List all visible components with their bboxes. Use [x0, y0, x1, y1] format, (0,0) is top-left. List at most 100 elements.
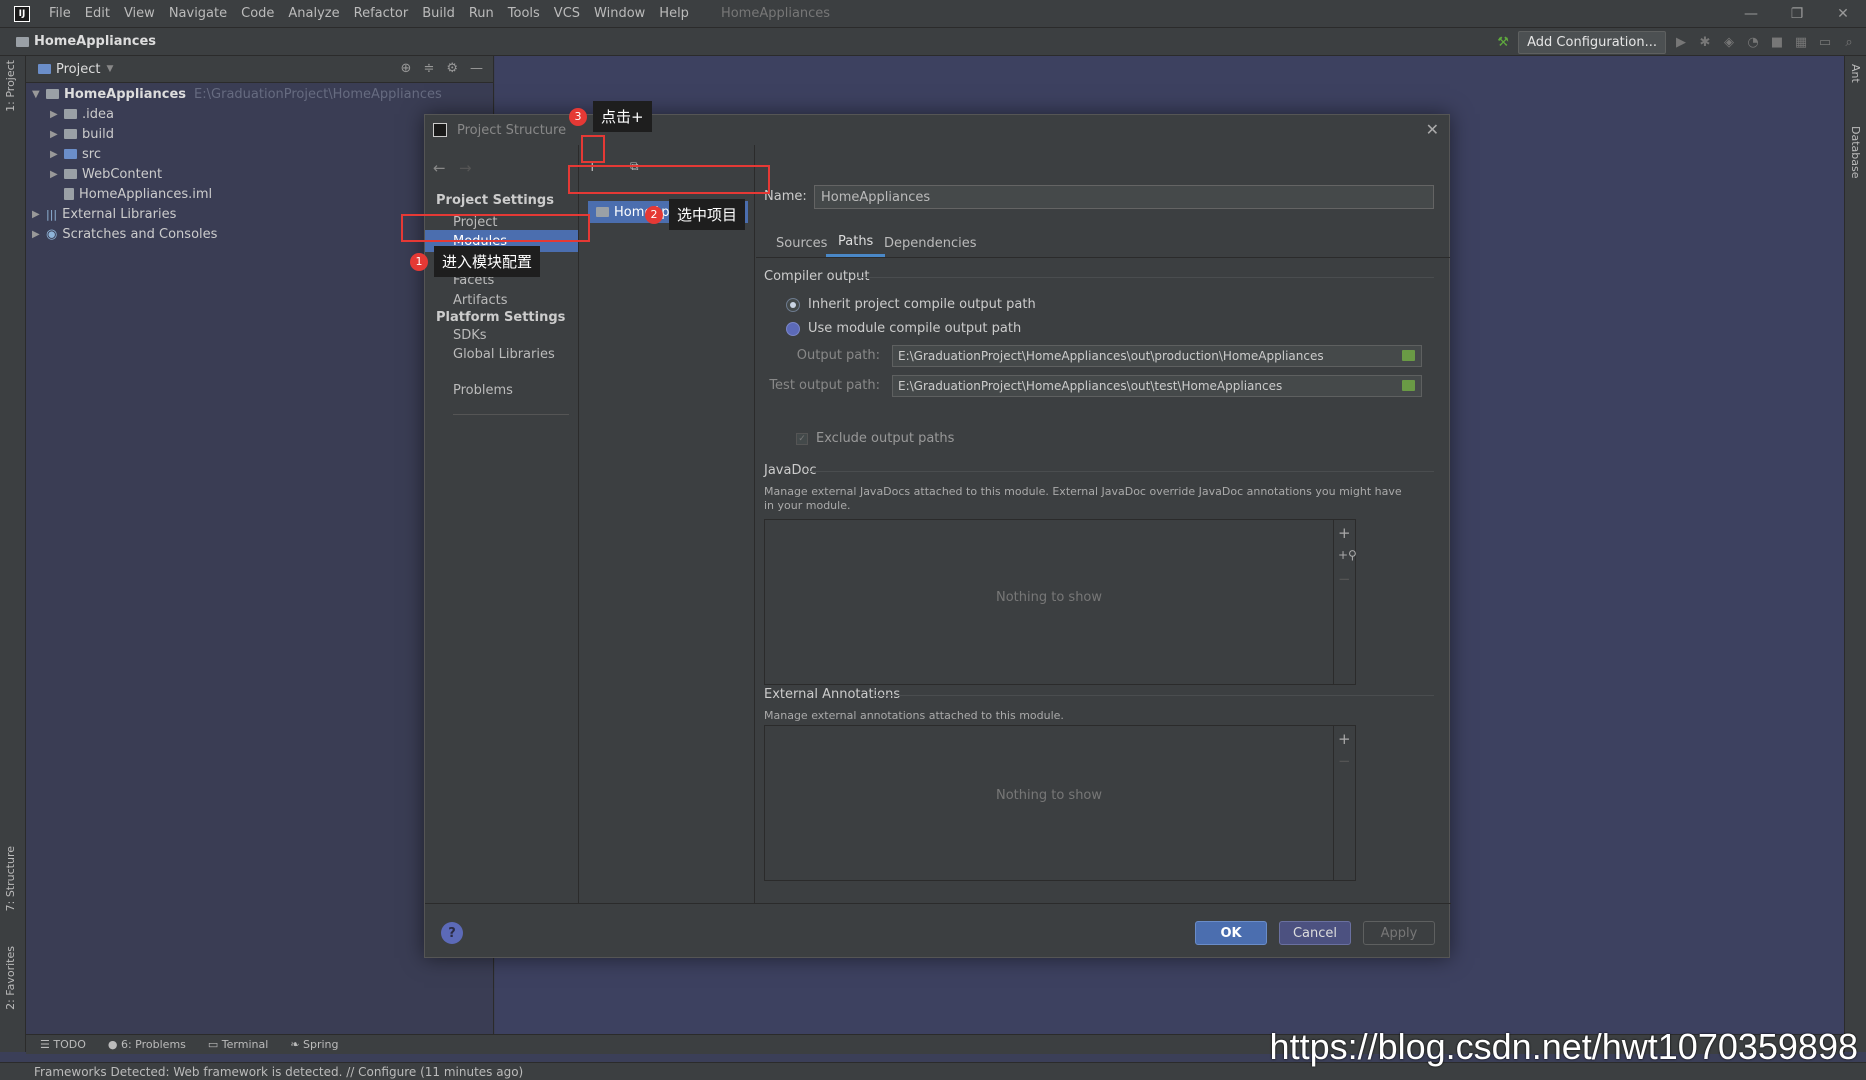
run-icon[interactable]: ▶ [1672, 33, 1690, 51]
tab-dependencies[interactable]: Dependencies [872, 229, 989, 257]
external-annotations-list[interactable]: Nothing to show [764, 725, 1334, 881]
sidebar-item-problems[interactable]: Problems [425, 379, 578, 401]
sidebar-item-artifacts[interactable]: Artifacts [425, 289, 578, 311]
menu-file[interactable]: File [42, 6, 78, 21]
ok-button[interactable]: OK [1195, 921, 1267, 945]
tree-item-webcontent[interactable]: ▶ WebContent [50, 164, 162, 184]
stop-icon[interactable]: ■ [1768, 33, 1786, 51]
javadoc-list[interactable]: Nothing to show [764, 519, 1334, 685]
tree-item-label: External Libraries [62, 206, 177, 222]
close-window-icon[interactable]: ✕ [1820, 0, 1866, 28]
radio-inherit-output[interactable]: Inherit project compile output path [786, 297, 1036, 312]
tool-tab-favorites[interactable]: 2: Favorites [4, 946, 17, 1010]
forward-arrow-icon[interactable]: → [459, 159, 472, 177]
menu-build[interactable]: Build [415, 6, 462, 21]
menu-analyze[interactable]: Analyze [281, 6, 346, 21]
tool-tab-spring[interactable]: ❧ Spring [290, 1038, 338, 1051]
tool-tab-ant[interactable]: Ant [1849, 64, 1862, 83]
debug-icon[interactable]: ✱ [1696, 33, 1714, 51]
browse-folder-icon[interactable] [1402, 350, 1415, 361]
gear-icon[interactable]: ⚙ [446, 61, 458, 76]
test-output-path-field[interactable]: E:\GraduationProject\HomeAppliances\out\… [892, 375, 1422, 397]
collapse-icon[interactable]: ≑ [423, 61, 434, 76]
menu-run[interactable]: Run [462, 6, 501, 21]
highlight-modules [401, 214, 590, 242]
close-icon[interactable]: ✕ [1426, 120, 1439, 139]
project-panel-tools: ⊕ ≑ ⚙ — [401, 61, 483, 76]
menu-tools[interactable]: Tools [501, 6, 547, 21]
chevron-right-icon[interactable]: ▶ [50, 169, 64, 180]
tab-label: Terminal [221, 1038, 269, 1051]
chevron-right-icon[interactable]: ▶ [32, 229, 46, 240]
minimize-icon[interactable]: — [1728, 0, 1774, 28]
help-button[interactable]: ? [441, 922, 463, 944]
tree-item-src[interactable]: ▶ src [50, 144, 101, 164]
tree-item-idea[interactable]: ▶ .idea [50, 104, 114, 124]
add-icon[interactable]: + [1338, 730, 1351, 748]
menu-view[interactable]: View [117, 6, 162, 21]
chevron-down-icon[interactable]: ▼ [106, 64, 113, 74]
locate-icon[interactable]: ⊕ [401, 61, 412, 76]
remove-icon[interactable]: − [1338, 752, 1351, 770]
tool-tab-problems[interactable]: ● 6: Problems [108, 1038, 186, 1051]
divider [856, 277, 1434, 278]
back-arrow-icon[interactable]: ← [433, 159, 446, 177]
menu-refactor[interactable]: Refactor [347, 6, 416, 21]
apply-button[interactable]: Apply [1363, 921, 1435, 945]
tree-item-external-libraries[interactable]: ▶ ||| External Libraries [32, 204, 176, 224]
build-hammer-icon[interactable]: ⚒ [1494, 33, 1512, 51]
restore-icon[interactable]: ❐ [1774, 0, 1820, 28]
profile-icon[interactable]: ◔ [1744, 33, 1762, 51]
tool-tab-structure[interactable]: 7: Structure [4, 846, 17, 911]
tree-root[interactable]: ▼ HomeAppliances E:\GraduationProject\Ho… [32, 84, 442, 104]
chevron-right-icon[interactable]: ▶ [50, 109, 64, 120]
add-configuration-button[interactable]: Add Configuration... [1518, 30, 1666, 54]
platform-settings-header: Platform Settings [436, 310, 566, 325]
browse-folder-icon[interactable] [1402, 380, 1415, 391]
tree-item-scratches[interactable]: ▶ ◉ Scratches and Consoles [32, 224, 217, 244]
watermark: https://blog.csdn.net/hwt1070359898 [1269, 1026, 1858, 1067]
tool-tab-terminal[interactable]: ▭ Terminal [208, 1038, 268, 1051]
menu-code[interactable]: Code [234, 6, 281, 21]
tool-tab-project[interactable]: 1: Project [4, 60, 17, 112]
chevron-right-icon[interactable]: ▶ [50, 149, 64, 160]
checkbox-checked-icon[interactable]: ✓ [796, 432, 808, 445]
module-name-field[interactable] [814, 185, 1434, 209]
exclude-output-checkbox[interactable]: ✓ Exclude output paths [796, 431, 954, 446]
cancel-button[interactable]: Cancel [1279, 921, 1351, 945]
sidebar-item-global-libraries[interactable]: Global Libraries [425, 343, 578, 365]
tool-tab-todo[interactable]: ☰ TODO [40, 1038, 86, 1051]
output-path-field[interactable]: E:\GraduationProject\HomeAppliances\out\… [892, 345, 1422, 367]
step-label: 点击+ [593, 101, 652, 132]
coverage-icon[interactable]: ◈ [1720, 33, 1738, 51]
chevron-right-icon[interactable]: ▶ [50, 129, 64, 140]
output-path-label: Output path: [796, 348, 880, 363]
project-view-selector[interactable]: Project [56, 62, 100, 77]
add-icon[interactable]: + [1338, 524, 1351, 542]
radio-unselected-icon[interactable] [786, 321, 800, 336]
status-message[interactable]: Frameworks Detected: Web framework is de… [34, 1065, 523, 1079]
radio-use-module-output[interactable]: Use module compile output path [786, 321, 1021, 336]
tree-item-iml[interactable]: HomeAppliances.iml [64, 184, 212, 204]
tree-item-build[interactable]: ▶ build [50, 124, 114, 144]
breadcrumb[interactable]: HomeAppliances [0, 34, 156, 49]
radio-label: Inherit project compile output path [808, 297, 1036, 312]
search-icon[interactable]: ⌕ [1840, 33, 1858, 51]
menu-edit[interactable]: Edit [78, 6, 117, 21]
dialog-title: Project Structure [457, 122, 567, 138]
chevron-right-icon[interactable]: ▶ [32, 209, 46, 220]
checkbox-label: Exclude output paths [816, 431, 955, 446]
tool-tab-database[interactable]: Database [1849, 126, 1862, 179]
hide-icon[interactable]: — [470, 61, 483, 76]
radio-selected-icon[interactable] [786, 297, 800, 312]
chevron-down-icon[interactable]: ▼ [32, 89, 46, 100]
menu-window[interactable]: Window [587, 6, 652, 21]
add-url-icon[interactable]: +⚲ [1338, 548, 1357, 562]
remove-icon[interactable]: − [1338, 570, 1351, 588]
menu-help[interactable]: Help [652, 6, 696, 21]
menu-navigate[interactable]: Navigate [162, 6, 234, 21]
terminal-icon[interactable]: ▭ [1816, 33, 1834, 51]
output-path-value: E:\GraduationProject\HomeAppliances\out\… [898, 349, 1324, 363]
menu-vcs[interactable]: VCS [547, 6, 587, 21]
project-structure-icon[interactable]: ▦ [1792, 33, 1810, 51]
